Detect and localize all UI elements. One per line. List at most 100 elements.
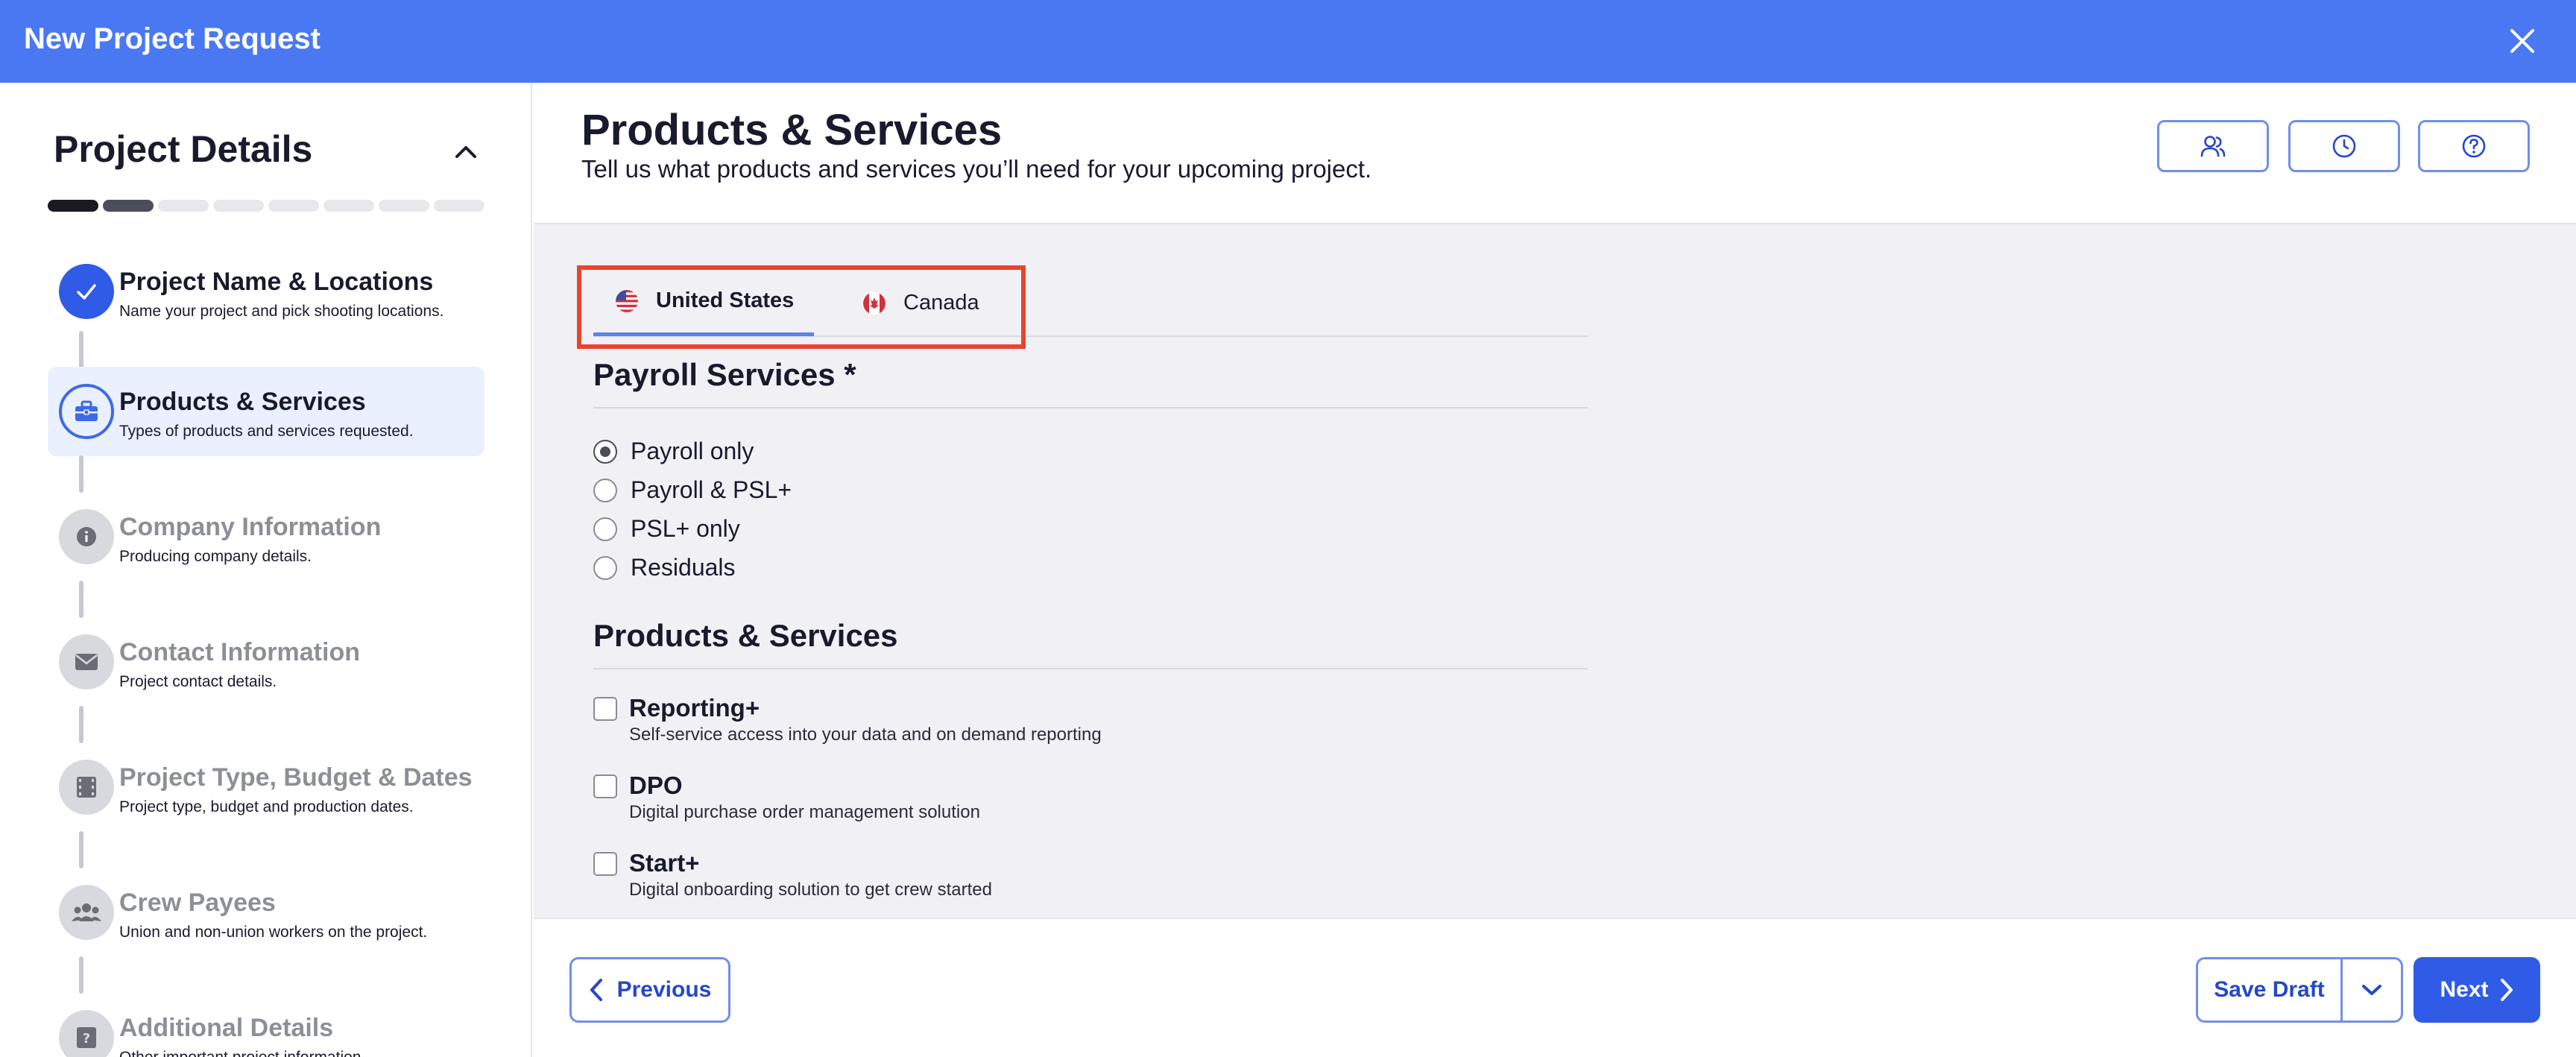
sidebar-step-project-name[interactable]: Project Name & Locations Name your proje… [48, 247, 484, 336]
save-options-button[interactable] [2343, 959, 2401, 1020]
checkbox-description: Self-service access into your data and o… [629, 725, 1102, 745]
title-bar: New Project Request [0, 0, 2576, 83]
radio-label: PSL+ only [631, 515, 740, 542]
question-icon: ? [59, 1010, 114, 1057]
checkbox-label: DPO [629, 772, 683, 799]
progress-segment [213, 200, 264, 212]
step-description: Project contact details. [119, 673, 277, 690]
chevron-left-icon [590, 979, 602, 1001]
sidebar-step-crew-payees[interactable]: Crew Payees Union and non-union workers … [48, 868, 484, 957]
radio-psl-only[interactable]: PSL+ only [593, 515, 740, 543]
previous-button[interactable]: Previous [569, 957, 730, 1023]
film-icon [59, 760, 114, 815]
radio-button[interactable] [593, 478, 617, 502]
step-description: Types of products and services requested… [119, 423, 414, 440]
sidebar-step-company-information[interactable]: Company Information Producing company de… [48, 492, 484, 581]
step-label: Products & Services [119, 388, 366, 416]
payroll-services-heading: Payroll Services * [593, 357, 856, 392]
envelope-icon [59, 634, 114, 690]
step-connector [79, 581, 83, 618]
radio-residuals[interactable]: Residuals [593, 554, 736, 581]
help-icon [2462, 134, 2486, 158]
users-icon [59, 885, 114, 940]
sidebar-step-project-type[interactable]: Project Type, Budget & Dates Project typ… [48, 742, 484, 832]
checkbox-description: Digital onboarding solution to get crew … [629, 880, 992, 900]
tab-united-states[interactable]: United States [593, 269, 814, 336]
progress-segment [379, 200, 429, 212]
sidebar: Project Details Project Name & Locations… [0, 83, 532, 1057]
users-icon [2200, 136, 2226, 157]
radio-label: Residuals [631, 554, 736, 581]
radio-button[interactable] [593, 439, 617, 464]
radio-label: Payroll only [631, 438, 754, 464]
sidebar-step-products-services[interactable]: Products & Services Types of products an… [48, 367, 484, 456]
sidebar-step-contact-information[interactable]: Contact Information Project contact deta… [48, 617, 484, 707]
checkbox-label: Start+ [629, 849, 700, 877]
step-label: Additional Details [119, 1014, 334, 1042]
previous-label: Previous [616, 977, 712, 1002]
tab-label: Canada [903, 291, 979, 315]
checkbox-label: Reporting+ [629, 694, 760, 722]
sidebar-step-additional-details[interactable]: ? Additional Details Other important pro… [48, 993, 484, 1057]
progress-segment [268, 200, 319, 212]
step-progress-bar [48, 200, 484, 212]
products-services-heading: Products & Services [593, 618, 898, 653]
content-area: United States Canada Payroll Services * … [534, 224, 2576, 918]
step-connector [79, 455, 83, 493]
progress-segment [158, 200, 209, 212]
progress-segment [434, 200, 484, 212]
save-draft-button-group: Save Draft [2196, 957, 2403, 1023]
canada-flag-icon [863, 291, 886, 315]
progress-segment [48, 200, 98, 212]
step-label: Project Type, Budget & Dates [119, 763, 473, 792]
checkbox[interactable] [593, 697, 617, 721]
tab-canada[interactable]: Canada [863, 269, 997, 337]
briefcase-icon [59, 384, 114, 439]
collaborators-button[interactable] [2157, 120, 2269, 172]
step-label: Company Information [119, 513, 382, 541]
next-button[interactable]: Next [2414, 957, 2540, 1023]
checkbox[interactable] [593, 852, 617, 876]
checkbox[interactable] [593, 774, 617, 798]
us-flag-icon [616, 289, 638, 312]
radio-payroll-psl[interactable]: Payroll & PSL+ [593, 476, 792, 504]
chevron-down-icon [2362, 985, 2381, 995]
clock-icon [2332, 134, 2356, 158]
page-subtitle: Tell us what products and services you’l… [581, 155, 1372, 183]
step-label: Crew Payees [119, 889, 276, 917]
step-description: Other important project information. [119, 1049, 365, 1057]
info-icon [59, 509, 114, 564]
step-description: Producing company details. [119, 548, 312, 565]
svg-text:?: ? [83, 1031, 90, 1047]
history-button[interactable] [2288, 120, 2400, 172]
divider [593, 668, 1588, 669]
checkbox-description: Digital purchase order management soluti… [629, 802, 980, 822]
step-connector [79, 331, 83, 368]
progress-segment [103, 200, 154, 212]
step-connector [79, 831, 83, 868]
country-tabs: United States Canada [593, 269, 1588, 337]
step-description: Name your project and pick shooting loca… [119, 303, 444, 320]
step-label: Project Name & Locations [119, 268, 434, 296]
close-icon[interactable] [2506, 25, 2539, 57]
step-description: Project type, budget and production date… [119, 798, 414, 815]
radio-button[interactable] [593, 517, 617, 541]
next-label: Next [2440, 977, 2489, 1002]
check-icon [59, 264, 114, 319]
footer-bar: Previous Save Draft Next [534, 918, 2576, 1057]
help-button[interactable] [2418, 120, 2530, 172]
radio-payroll-only[interactable]: Payroll only [593, 438, 754, 465]
page-title: Products & Services [581, 106, 1003, 154]
progress-segment [323, 200, 374, 212]
divider [593, 407, 1588, 408]
tab-label: United States [656, 288, 795, 312]
radio-button[interactable] [593, 555, 617, 580]
step-connector [79, 706, 83, 743]
save-draft-button[interactable]: Save Draft [2198, 959, 2343, 1020]
window-title: New Project Request [24, 22, 321, 55]
step-connector [79, 956, 83, 994]
content-header: Products & Services Tell us what product… [534, 83, 2576, 224]
sidebar-title: Project Details [54, 128, 313, 170]
chevron-up-icon[interactable] [447, 133, 484, 171]
step-label: Contact Information [119, 638, 360, 666]
